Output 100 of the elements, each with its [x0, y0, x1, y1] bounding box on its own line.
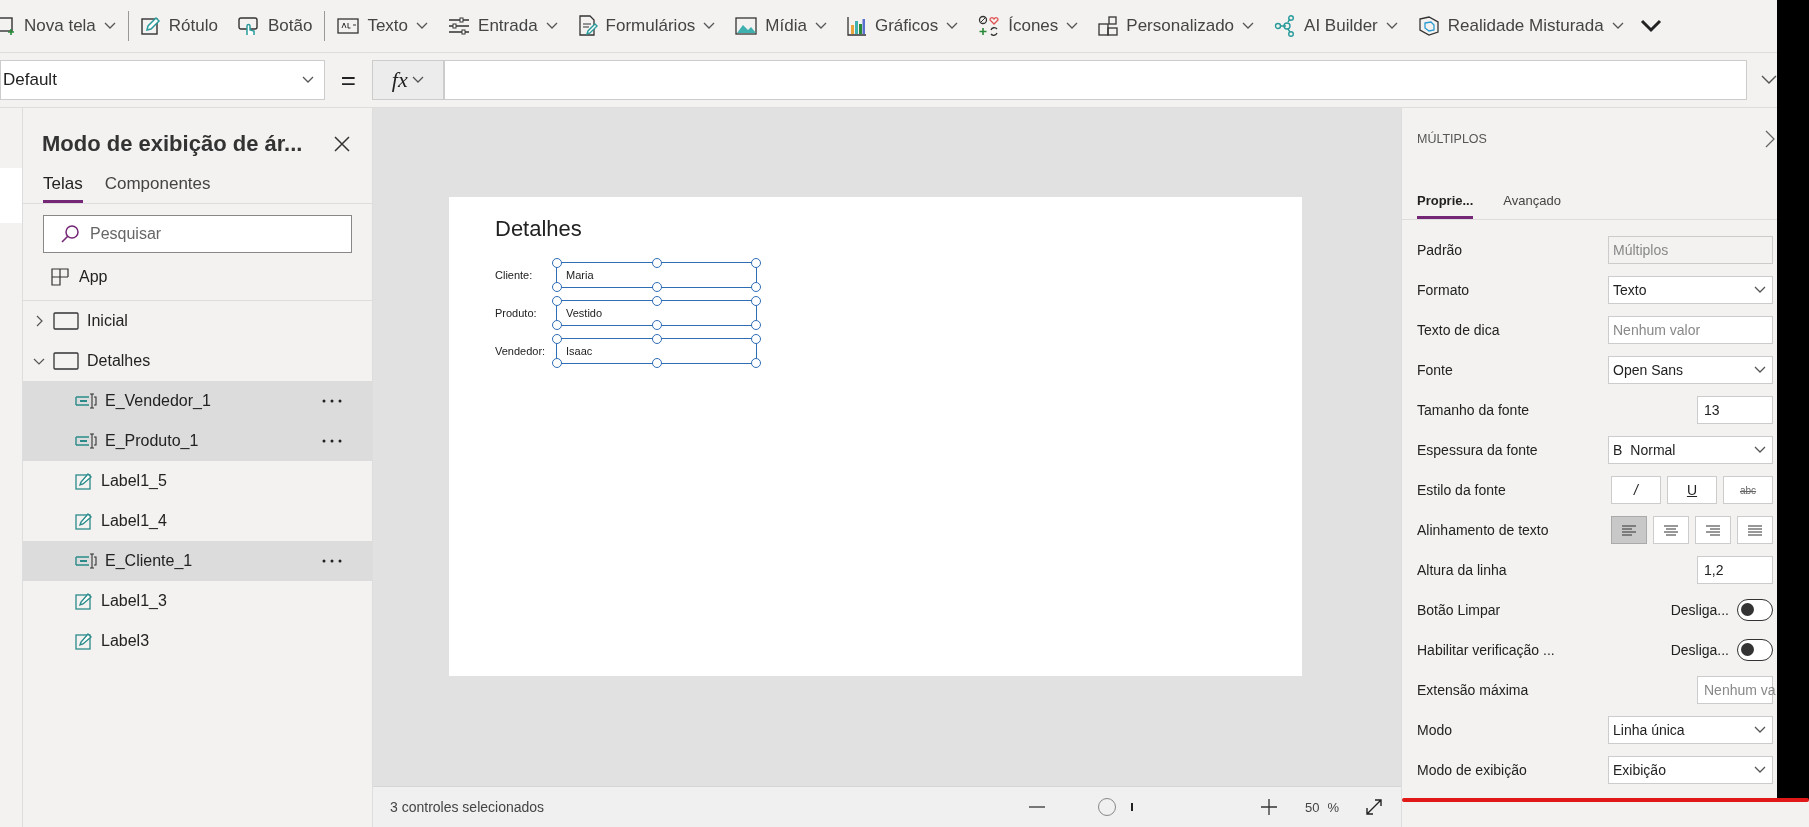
pencil-icon	[75, 592, 93, 610]
more-icon[interactable]	[322, 439, 342, 443]
tree-item[interactable]: Label1_3	[23, 581, 372, 621]
resize-handle[interactable]	[651, 320, 662, 330]
resize-handle[interactable]	[651, 334, 662, 344]
toolbar-button[interactable]: Entrada	[438, 6, 568, 46]
properties-tab[interactable]: Proprie...	[1417, 190, 1474, 219]
chevron-down-icon	[1242, 22, 1255, 30]
panel-tab[interactable]: Componentes	[104, 170, 211, 203]
resize-handle[interactable]	[751, 258, 761, 268]
property-label: Estilo da fonte	[1417, 482, 1507, 498]
toggle-switch[interactable]	[1737, 639, 1773, 661]
property-field[interactable]: 13	[1697, 396, 1773, 424]
property-label: Habilitar verificação ...	[1417, 642, 1556, 658]
more-icon[interactable]	[322, 559, 342, 563]
zoom-unit: %	[1327, 799, 1339, 815]
tree-item[interactable]: Label1_5	[23, 461, 372, 501]
tree-item[interactable]: E_Vendedor_1	[23, 381, 372, 421]
font-style-button[interactable]: abc	[1723, 476, 1773, 504]
font-style-button[interactable]: U	[1667, 476, 1717, 504]
property-label: Padrão	[1417, 242, 1464, 258]
more-icon[interactable]	[322, 399, 342, 403]
slider-thumb[interactable]	[1098, 798, 1117, 816]
property-dropdown[interactable]: Texto	[1608, 276, 1773, 304]
chevron-down-icon	[1611, 22, 1624, 30]
property-label: Modo de exibição	[1417, 762, 1528, 778]
document-pencil-icon	[577, 15, 598, 37]
hand-pointer-icon	[237, 16, 260, 36]
grid-icon	[51, 267, 69, 286]
zoom-in-icon[interactable]	[1260, 799, 1277, 815]
toolbar-button[interactable]: Texto	[327, 6, 439, 46]
toolbar-button[interactable]: Realidade Misturada	[1407, 6, 1634, 46]
status-text: 3 controles selecionados	[390, 799, 545, 815]
property-label: Espessura da fonte	[1417, 442, 1539, 458]
toolbar-button[interactable]: Rótulo	[130, 6, 228, 46]
tree-item[interactable]: Label3	[23, 621, 372, 661]
chevron-down-icon	[545, 22, 558, 30]
toolbar-button[interactable]: Gráficos	[836, 6, 969, 46]
align-button[interactable]	[1653, 516, 1689, 544]
toolbar-button[interactable]: Botão	[227, 6, 323, 46]
tree-item[interactable]: E_Produto_1	[23, 421, 372, 461]
property-label: Altura da linha	[1417, 562, 1508, 578]
chevron-down-icon[interactable]	[1639, 19, 1662, 33]
zoom-value: 50	[1304, 799, 1320, 815]
tree-item[interactable]: App	[23, 253, 372, 301]
toolbar-button[interactable]: Ícones	[968, 6, 1089, 46]
symbols-icon	[978, 15, 1001, 37]
text-input-icon	[75, 393, 97, 409]
resize-handle[interactable]	[552, 258, 562, 268]
font-style-button[interactable]: /	[1611, 476, 1661, 504]
resize-handle[interactable]	[651, 296, 662, 306]
resize-handle[interactable]	[651, 358, 662, 368]
screen-title: Detalhes	[495, 216, 583, 242]
expand-icon[interactable]	[1365, 798, 1383, 816]
tree-item[interactable]: E_Cliente_1	[23, 541, 372, 581]
text-input-icon	[75, 433, 97, 449]
property-dropdown[interactable]: Exibição	[1608, 756, 1773, 784]
resize-handle[interactable]	[552, 358, 562, 368]
resize-handle[interactable]	[651, 282, 662, 292]
align-button[interactable]	[1737, 516, 1773, 544]
nodes-icon	[1274, 15, 1297, 37]
screen-icon	[53, 312, 79, 330]
toolbar-button[interactable]: Mídia	[725, 6, 837, 46]
tree-item[interactable]: Inicial	[23, 301, 372, 341]
resize-handle[interactable]	[651, 258, 662, 268]
chevron-down-icon	[1066, 22, 1079, 30]
tree-item[interactable]: Detalhes	[23, 341, 372, 381]
property-field[interactable]: 1,2	[1697, 556, 1773, 584]
search-field[interactable]: Pesquisar	[43, 215, 352, 253]
property-label: Modo	[1417, 722, 1454, 738]
property-dropdown[interactable]: Linha única	[1608, 716, 1773, 744]
property-dropdown[interactable]: Open Sans	[1608, 356, 1773, 384]
toggle-switch[interactable]	[1737, 599, 1773, 621]
property-dropdown[interactable]: Default	[0, 60, 325, 100]
tree-item[interactable]: Label1_4	[23, 501, 372, 541]
chevron-down-icon	[1754, 286, 1766, 294]
chevron-down-icon[interactable]	[1761, 75, 1777, 85]
formula-input[interactable]	[443, 60, 1747, 100]
align-button[interactable]	[1695, 516, 1731, 544]
property-dropdown[interactable]: B Normal	[1608, 436, 1773, 464]
chevron-down-icon	[416, 22, 429, 30]
field-label: Produto:	[495, 307, 538, 319]
property-label: Alinhamento de texto	[1417, 522, 1550, 538]
close-icon[interactable]	[334, 136, 350, 152]
function-button[interactable]: fx	[371, 60, 444, 100]
panel-tab[interactable]: Telas	[43, 170, 83, 203]
toolbar-button[interactable]: Formulários	[567, 6, 726, 46]
bar-chart-icon	[846, 16, 867, 36]
toolbar-button[interactable]: Nova tela	[0, 6, 126, 46]
resize-handle[interactable]	[751, 358, 761, 368]
chevron-right-icon[interactable]	[1765, 130, 1775, 148]
toolbar-button[interactable]: Personalizado	[1088, 6, 1265, 46]
properties-tab[interactable]: Avançado	[1503, 190, 1561, 219]
chevron-down-icon	[411, 76, 424, 84]
toolbar-button[interactable]: AI Builder	[1264, 6, 1408, 46]
property-field[interactable]: Nenhum valor	[1608, 316, 1773, 344]
selection-heading: MÚLTIPLOS	[1417, 132, 1487, 146]
chevron-down-icon	[814, 22, 827, 30]
align-button[interactable]	[1611, 516, 1647, 544]
search-icon	[60, 224, 80, 244]
